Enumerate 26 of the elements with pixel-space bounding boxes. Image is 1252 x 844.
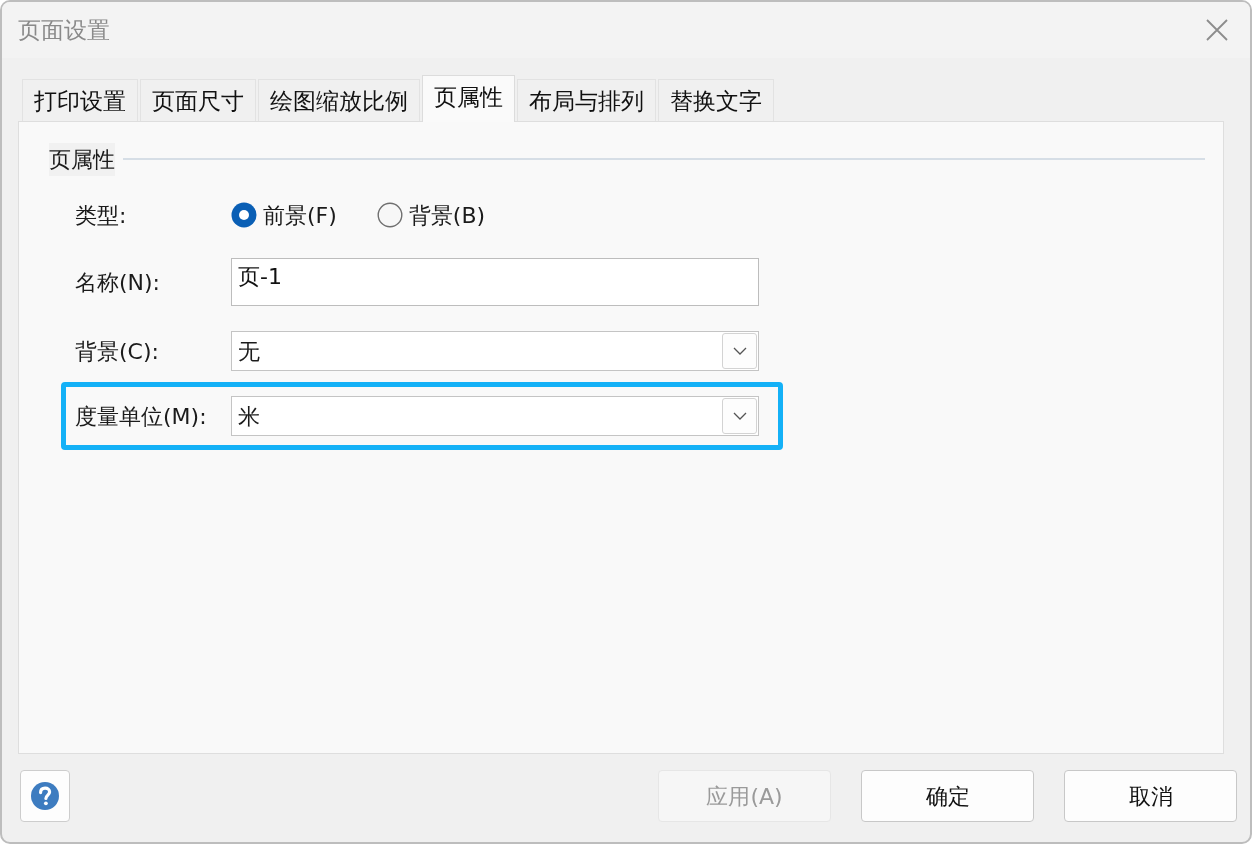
field-label: 背景(C):	[75, 337, 160, 366]
tab[interactable]: 替换文字	[658, 79, 774, 121]
chevron-down-icon	[732, 347, 747, 355]
dropdown[interactable]: 无	[231, 331, 759, 371]
chevron-down-icon	[732, 412, 747, 420]
dropdown-button[interactable]	[722, 333, 757, 369]
text-field[interactable]: 页-1	[231, 258, 759, 306]
radio-option[interactable]: 背景(B)	[376, 198, 486, 232]
tab[interactable]: 页属性	[422, 75, 515, 122]
field-label: 名称(N):	[75, 268, 162, 297]
tab[interactable]: 打印设置	[22, 79, 138, 121]
window-title: 页面设置	[18, 15, 110, 45]
tab[interactable]: 绘图缩放比例	[258, 79, 420, 121]
help-button[interactable]	[20, 770, 70, 822]
field-label: 类型:	[75, 201, 128, 230]
dropdown-button[interactable]	[722, 398, 757, 434]
dialog-button[interactable]: 取消	[1064, 770, 1237, 822]
close-icon[interactable]	[1206, 19, 1228, 41]
field-label: 度量单位(M):	[75, 402, 208, 431]
tab[interactable]: 页面尺寸	[140, 79, 256, 121]
tab[interactable]: 布局与排列	[517, 79, 656, 121]
dropdown[interactable]: 米	[231, 396, 759, 436]
help-icon	[31, 782, 59, 810]
group-title: 页属性	[49, 142, 115, 176]
dialog-button[interactable]: 确定	[861, 770, 1034, 822]
radio-option[interactable]: 前景(F)	[231, 198, 337, 232]
